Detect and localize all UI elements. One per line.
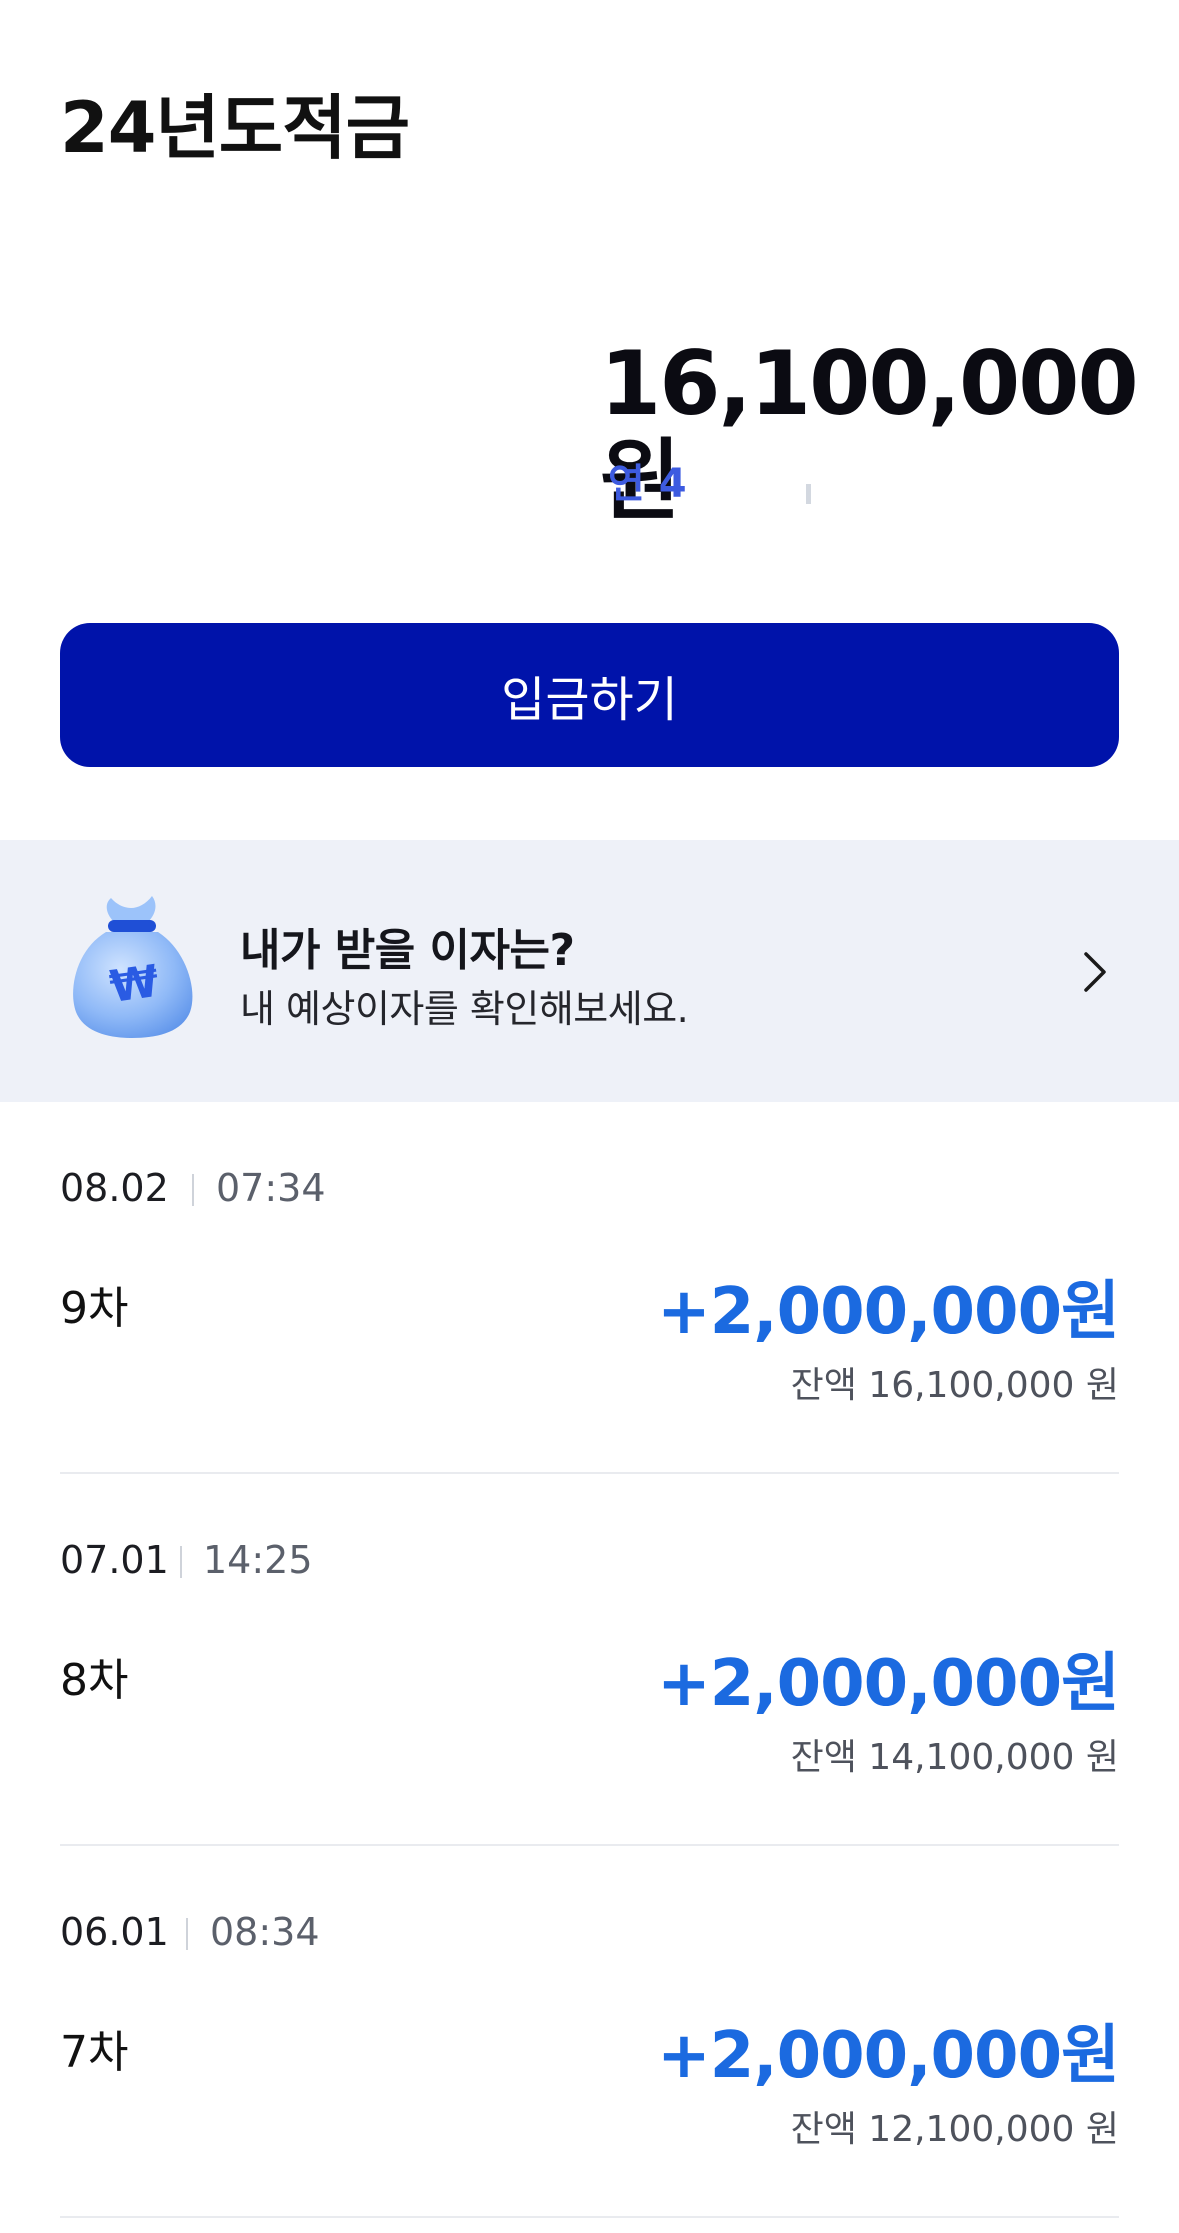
transaction-balance: 잔액 16,100,000 원 bbox=[790, 1365, 1119, 1406]
rate-redaction-mark bbox=[806, 484, 811, 504]
transaction-row[interactable]: 08.02 07:34 9차 +2,000,000원 잔액 16,100,000… bbox=[60, 1102, 1120, 1474]
transaction-round: 7차 bbox=[60, 2027, 129, 2078]
transaction-time: 07:34 bbox=[216, 1166, 326, 1210]
date-time-divider bbox=[180, 1546, 182, 1578]
interest-banner[interactable]: ₩ 내가 받을 이자는? 내 예상이자를 확인해보세요. bbox=[0, 840, 1179, 1102]
rate-redaction bbox=[690, 452, 840, 518]
transaction-row[interactable]: 06.01 08:34 7차 +2,000,000원 잔액 12,100,000… bbox=[60, 1846, 1120, 2218]
transaction-row[interactable]: 07.01 14:25 8차 +2,000,000원 잔액 14,100,000… bbox=[60, 1474, 1120, 1846]
deposit-button[interactable]: 입금하기 bbox=[60, 623, 1119, 767]
transaction-list: 08.02 07:34 9차 +2,000,000원 잔액 16,100,000… bbox=[60, 1102, 1120, 2218]
svg-text:₩: ₩ bbox=[107, 956, 162, 1013]
banner-subtitle: 내 예상이자를 확인해보세요. bbox=[240, 987, 689, 1031]
page-title: 24년도적금 bbox=[60, 87, 410, 169]
chevron-right-icon[interactable] bbox=[1080, 950, 1110, 994]
money-bag-icon: ₩ bbox=[73, 896, 193, 1038]
transaction-round: 9차 bbox=[60, 1283, 129, 1334]
transaction-time: 08:34 bbox=[210, 1910, 320, 1954]
transaction-balance: 잔액 12,100,000 원 bbox=[790, 2109, 1119, 2150]
transaction-amount: +2,000,000원 bbox=[657, 1647, 1120, 1721]
transaction-date: 08.02 bbox=[60, 1166, 169, 1210]
transaction-round: 8차 bbox=[60, 1655, 129, 1706]
transaction-date: 06.01 bbox=[60, 1910, 169, 1954]
transaction-amount: +2,000,000원 bbox=[657, 1275, 1120, 1349]
transaction-balance: 잔액 14,100,000 원 bbox=[790, 1737, 1119, 1778]
transaction-time: 14:25 bbox=[203, 1538, 313, 1582]
banner-title: 내가 받을 이자는? bbox=[240, 925, 575, 976]
account-balance: 16,100,000원 bbox=[600, 332, 1139, 532]
transaction-amount: +2,000,000원 bbox=[657, 2019, 1120, 2093]
interest-rate: 연 4 bbox=[608, 461, 687, 507]
date-time-divider bbox=[186, 1918, 188, 1950]
transaction-date: 07.01 bbox=[60, 1538, 169, 1582]
date-time-divider bbox=[192, 1174, 194, 1206]
